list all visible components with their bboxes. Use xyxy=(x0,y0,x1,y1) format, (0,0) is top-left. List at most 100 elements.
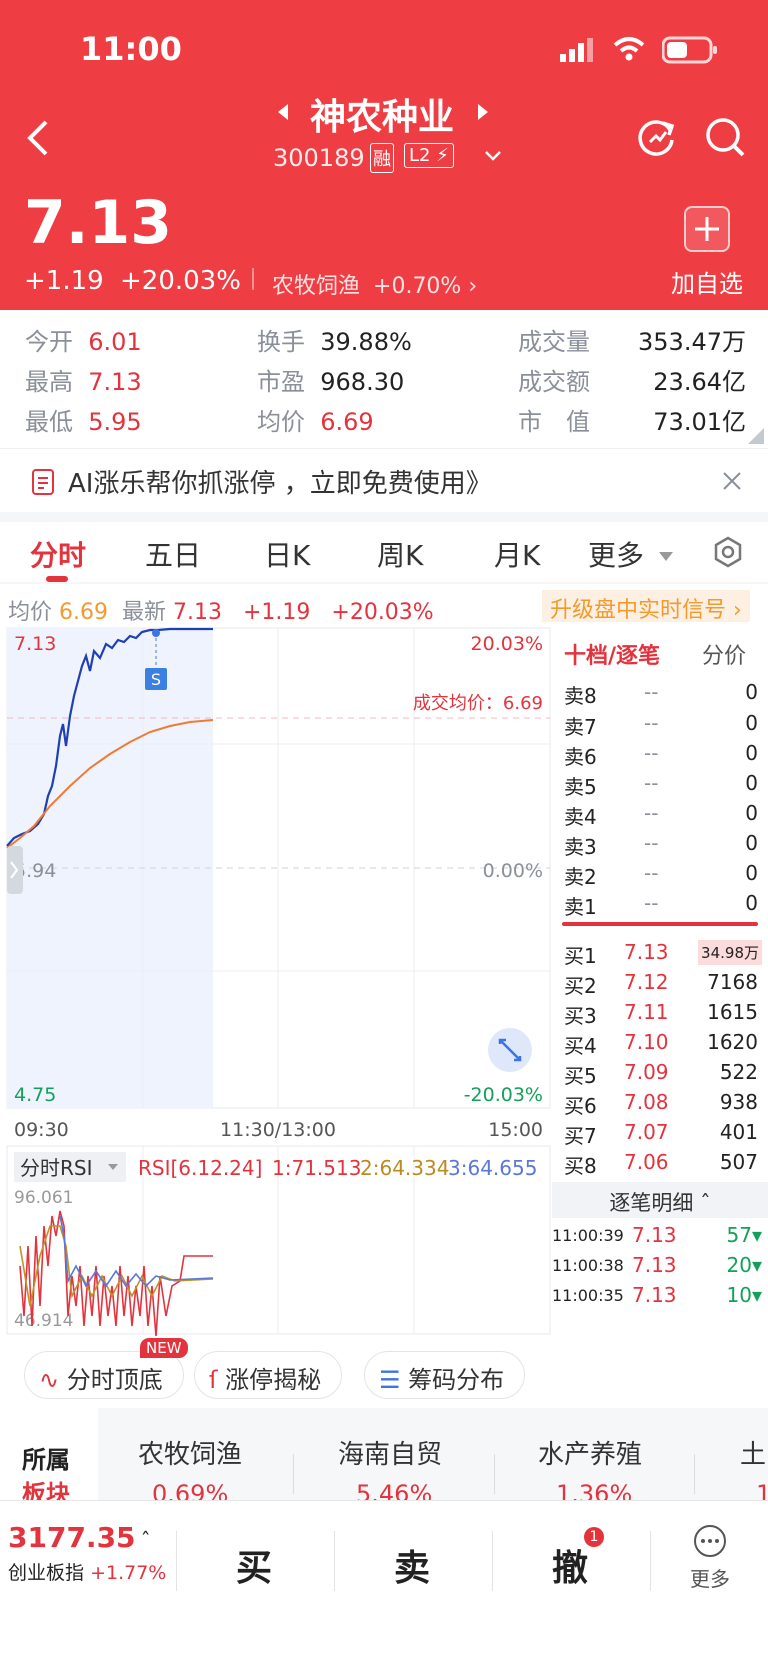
index-ticker[interactable]: 3177.35 ˆ 创业板指 +1.77% xyxy=(8,1521,174,1601)
buy-4-price: 7.10 xyxy=(624,1030,669,1054)
l2-badge: L2 ⚡ xyxy=(404,143,454,168)
tab-intraday[interactable]: 分时 xyxy=(30,534,86,574)
back-arrow-icon[interactable] xyxy=(24,118,54,158)
upgrade-signal-button[interactable]: 升级盘中实时信号 › xyxy=(542,590,750,623)
sell-6-vol: 0 xyxy=(745,741,758,765)
stat-turnover: 换手 39.88% xyxy=(257,328,412,356)
info-avg-label: 均价 xyxy=(8,600,53,625)
rsi-value-1: 1:71.513 xyxy=(272,1156,361,1180)
buy-8-label: 买8 xyxy=(564,1154,597,1178)
tool-chip-distribution[interactable]: ☰ 筹码分布 xyxy=(364,1351,526,1399)
stat-pe: 市盈 968.30 xyxy=(257,368,405,396)
plus-icon xyxy=(695,217,719,241)
margin-badge: 融 xyxy=(370,143,394,173)
next-stock-icon[interactable] xyxy=(476,102,490,122)
sector-item-2[interactable]: 海南自贸 xyxy=(338,1434,442,1471)
chevron-up-icon: ˆ xyxy=(140,1528,151,1552)
info-change-pct: +20.03% xyxy=(331,600,434,625)
buy-4-vol: 1620 xyxy=(707,1030,758,1054)
tick-3-time: 11:00:35 xyxy=(552,1286,624,1305)
stats-panel: 今开 6.01 换手 39.88% 成交量 353.47万 最高 7.13 市盈 … xyxy=(0,310,768,448)
tool-3-label: 筹码分布 xyxy=(408,1366,505,1394)
search-icon[interactable] xyxy=(704,116,746,158)
tick-detail-toggle[interactable]: 逐笔明细 ˆ xyxy=(552,1182,768,1218)
intraday-chart[interactable]: S 7.13 5.94 4.75 20.03% 0.00% -20.03% 成交… xyxy=(0,626,552,1336)
buy-button[interactable]: 买 xyxy=(236,1539,272,1591)
index-value: 3177.35 xyxy=(8,1521,136,1554)
orderbook-tab-price[interactable]: 分价 xyxy=(702,638,746,670)
cancel-button[interactable]: 撤 xyxy=(552,1539,588,1591)
tab-more-label: 更多 xyxy=(588,539,645,572)
orderbook: 十档/逐笔 分价 卖8 -- 0 卖7 -- 0 卖6 -- 0 卖5 -- 0… xyxy=(552,626,768,1336)
intraday-chart-area: S 7.13 5.94 4.75 20.03% 0.00% -20.03% 成交… xyxy=(0,626,768,1336)
expand-corner-icon[interactable] xyxy=(748,428,764,444)
tick-1-price: 7.13 xyxy=(632,1223,677,1247)
sell-button[interactable]: 卖 xyxy=(394,1539,430,1591)
stat-mcap: 市 值 73.01亿 xyxy=(518,408,746,436)
chart-info-bar: 均价 6.69 最新 7.13 +1.19 +20.03% 升级盘中实时信号 › xyxy=(0,584,768,626)
sell-7-label: 卖7 xyxy=(564,715,597,739)
prev-stock-icon[interactable] xyxy=(276,102,290,122)
tab-weekly-k[interactable]: 周K xyxy=(377,534,423,574)
buy-2-vol: 7168 xyxy=(707,970,758,994)
add-watchlist-label[interactable]: 加自选 xyxy=(671,264,743,299)
index-line: 创业板指 +1.77% xyxy=(8,1558,174,1585)
buy-5-price: 7.09 xyxy=(624,1060,669,1084)
sell-1-label: 卖1 xyxy=(564,895,597,919)
wifi-icon xyxy=(613,37,645,61)
sector-link[interactable]: 农牧饲渔 +0.70% › xyxy=(272,268,477,300)
price-change: +1.19 xyxy=(24,266,104,296)
tab-daily-k[interactable]: 日K xyxy=(264,534,310,574)
sell-2-label: 卖2 xyxy=(564,865,597,889)
settings-icon[interactable] xyxy=(712,536,744,568)
price-change-pct: +20.03% xyxy=(120,266,241,296)
status-time: 11:00 xyxy=(80,30,182,68)
buy-4-label: 买4 xyxy=(564,1034,597,1058)
tab-monthly-k[interactable]: 月K xyxy=(494,534,540,574)
sep xyxy=(176,1531,177,1591)
tab-more[interactable]: 更多 xyxy=(588,534,673,574)
more-button[interactable]: 更多 xyxy=(680,1523,740,1603)
sep xyxy=(492,1531,493,1591)
orderbook-tab-level10[interactable]: 十档/逐笔 xyxy=(564,638,660,670)
add-watchlist-button[interactable] xyxy=(684,206,730,252)
sell-8-label: 卖8 xyxy=(564,684,597,708)
pct-axis-mid: 0.00% xyxy=(483,860,543,882)
avg-price-label: 成交均价：6.69 xyxy=(413,693,543,714)
tab-five-day[interactable]: 五日 xyxy=(145,534,201,574)
sector-item-3[interactable]: 水产养殖 xyxy=(538,1434,642,1471)
chevron-down-icon[interactable] xyxy=(484,150,502,162)
trend-icon: ∿ xyxy=(39,1366,60,1394)
tick-detail-label: 逐笔明细 xyxy=(609,1191,694,1215)
sector-item-1-pct: 0.69% xyxy=(152,1480,229,1502)
battery-icon xyxy=(662,36,717,64)
x-label-mid: 11:30/13:00 xyxy=(220,1119,336,1141)
info-latest-value: 7.13 xyxy=(173,600,222,625)
rsi-line-3 xyxy=(59,1215,214,1288)
refresh-icon[interactable] xyxy=(636,116,678,158)
buy-1-label: 买1 xyxy=(564,944,597,968)
sector-item-1[interactable]: 农牧饲渔 xyxy=(138,1434,242,1471)
buy-2-price: 7.12 xyxy=(624,970,669,994)
tick-3-vol: 10▾ xyxy=(726,1283,763,1307)
tick-1-vol: 57▾ xyxy=(726,1223,763,1247)
cancel-badge: 1 xyxy=(584,1527,604,1547)
sector-item-4[interactable]: 土 xyxy=(740,1434,766,1471)
tool-limit-up-reveal[interactable]: ſ 涨停揭秘 xyxy=(194,1351,343,1399)
close-icon[interactable] xyxy=(722,471,742,491)
info-change: +1.19 xyxy=(242,600,311,625)
info-line: 均价 6.69 最新 7.13 +1.19 +20.03% xyxy=(8,594,434,626)
promo-banner[interactable]: AI涨乐帮你抓涨停 ，立即免费使用》 xyxy=(0,448,768,512)
tool-intraday-topbottom[interactable]: ∿ 分时顶底 xyxy=(24,1351,184,1399)
tick-2-price: 7.13 xyxy=(632,1253,677,1277)
l2-label: L2 xyxy=(409,145,431,166)
sell-6-price: -- xyxy=(644,741,659,765)
lightning-icon: ⚡ xyxy=(430,145,449,166)
stat-amount: 成交额 23.64亿 xyxy=(518,368,746,396)
limit-up-icon: ſ xyxy=(209,1366,218,1394)
stock-code: 300189 xyxy=(273,144,365,172)
sector-pct: +0.70% xyxy=(373,274,462,299)
sell-3-label: 卖3 xyxy=(564,835,597,859)
sell-4-vol: 0 xyxy=(745,801,758,825)
signal-icon xyxy=(560,38,593,62)
